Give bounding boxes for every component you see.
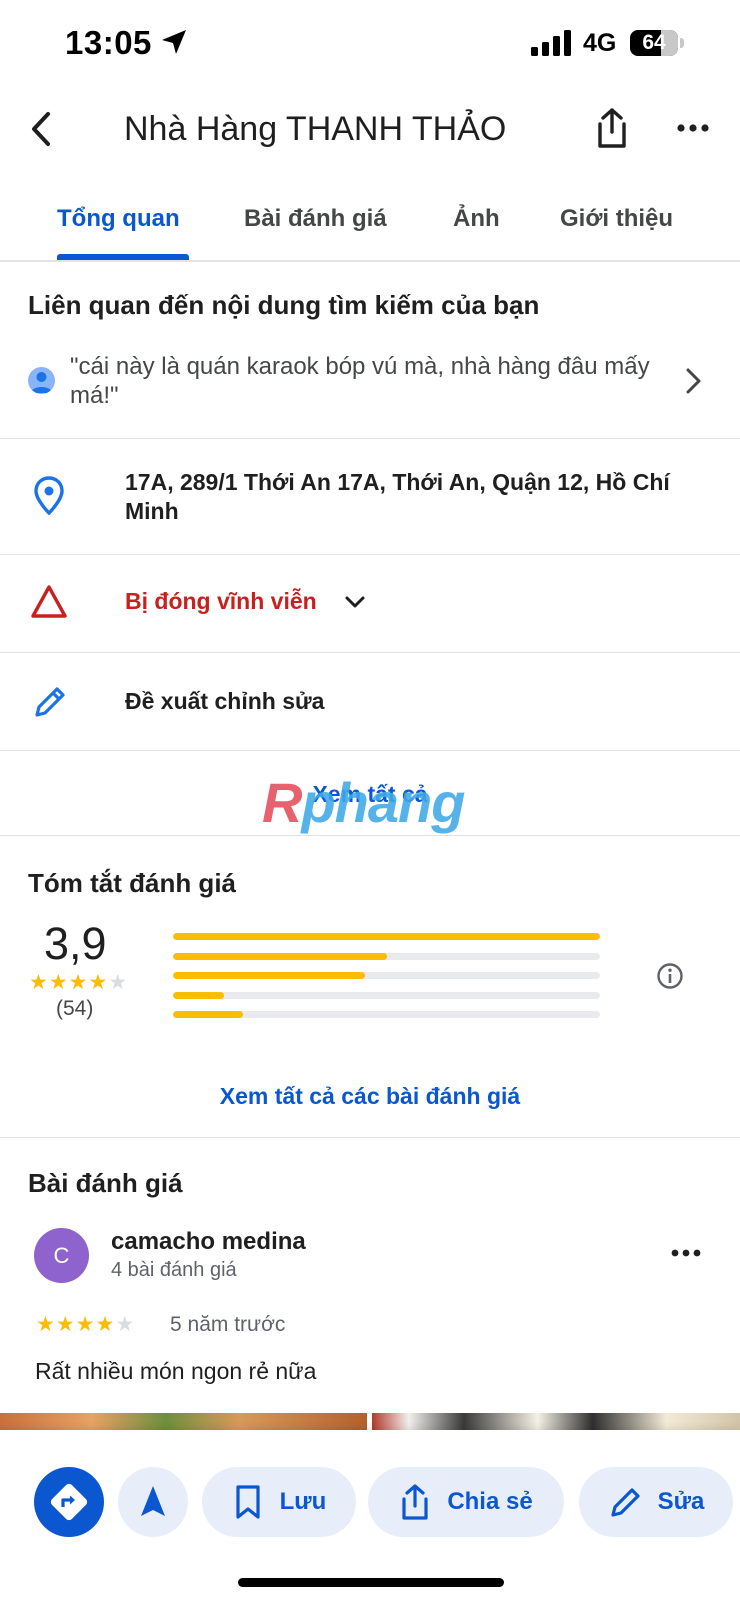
directions-button[interactable] xyxy=(34,1467,104,1537)
tab-reviews[interactable]: Bài đánh giá xyxy=(244,205,387,233)
related-snippet[interactable]: "cái này là quán karaok bóp vú mà, nhà h… xyxy=(70,352,670,410)
warning-icon xyxy=(31,585,67,618)
save-button[interactable]: Lưu xyxy=(202,1467,356,1537)
location-pin-icon xyxy=(34,476,64,515)
more-icon[interactable] xyxy=(676,118,710,138)
reviews-section-title: Bài đánh giá xyxy=(28,1168,183,1198)
start-navigation-button[interactable] xyxy=(118,1467,188,1537)
location-arrow-icon xyxy=(162,30,186,54)
home-indicator xyxy=(238,1578,504,1587)
star-filled-icon: ★ xyxy=(75,1313,95,1336)
review-stars: ★ ★ ★ ★ ★ xyxy=(36,1314,134,1335)
app-header: Nhà Hàng THANH THẢO xyxy=(0,88,740,170)
rating-bar-4-stars xyxy=(173,952,600,960)
divider xyxy=(0,652,740,653)
divider xyxy=(0,554,740,555)
chevron-down-icon[interactable] xyxy=(344,594,366,610)
divider xyxy=(0,835,740,836)
review-time: 5 năm trước xyxy=(170,1313,286,1336)
divider xyxy=(0,1137,740,1138)
navigation-arrow-icon xyxy=(141,1486,165,1516)
page-title: Nhà Hàng THANH THẢO xyxy=(124,110,507,148)
address-text[interactable]: 17A, 289/1 Thới An 17A, Thới An, Quận 12… xyxy=(125,468,685,526)
rating-bar-3-stars xyxy=(173,972,600,979)
reviewer-review-count: 4 bài đánh giá xyxy=(111,1259,237,1281)
share-label: Chia sẻ xyxy=(447,1488,533,1515)
battery-level: 64 xyxy=(642,31,666,54)
status-time: 13:05 xyxy=(65,24,152,61)
info-icon[interactable] xyxy=(656,962,684,990)
star-filled-icon: ★ xyxy=(95,1313,115,1336)
see-all-reviews-link[interactable]: Xem tất cả các bài đánh giá xyxy=(0,1083,740,1110)
bookmark-icon xyxy=(236,1485,260,1519)
edit-label: Sửa xyxy=(657,1488,705,1515)
rating-summary-title: Tóm tắt đánh giá xyxy=(28,868,236,898)
directions-icon xyxy=(50,1483,88,1521)
star-filled-icon: ★ xyxy=(29,971,48,994)
star-empty-icon: ★ xyxy=(115,1313,135,1336)
action-bar: Lưu Chia sẻ Sửa xyxy=(0,1430,740,1600)
rating-average: 3,9 xyxy=(44,918,107,969)
divider xyxy=(0,438,740,439)
rating-bar-5-stars xyxy=(173,933,600,940)
edit-button[interactable]: Sửa xyxy=(579,1467,733,1537)
reviewer-name[interactable]: camacho medina xyxy=(111,1228,306,1256)
rating-count: (54) xyxy=(56,997,94,1020)
watermark-logo: Rphang xyxy=(262,771,465,834)
share-icon xyxy=(402,1484,428,1520)
reviewer-avatar[interactable]: C xyxy=(34,1228,89,1283)
chevron-right-icon[interactable] xyxy=(682,366,704,396)
more-icon[interactable] xyxy=(670,1246,702,1260)
tab-photos[interactable]: Ảnh xyxy=(453,205,500,233)
review-text: Rất nhiều món ngon rẻ nữa xyxy=(35,1358,317,1384)
share-button[interactable]: Chia sẻ xyxy=(368,1467,564,1537)
network-type: 4G xyxy=(583,29,617,57)
star-filled-icon: ★ xyxy=(88,971,108,994)
star-filled-icon: ★ xyxy=(48,971,68,994)
tab-bar: Tổng quan Bài đánh giá Ảnh Giới thiệu xyxy=(0,190,740,262)
tab-about[interactable]: Giới thiệu xyxy=(560,205,673,233)
active-tab-indicator xyxy=(57,254,189,260)
pencil-icon xyxy=(35,687,65,717)
save-label: Lưu xyxy=(279,1488,327,1515)
star-filled-icon: ★ xyxy=(55,1313,75,1336)
user-avatar-icon xyxy=(28,367,55,394)
rating-bar-2-stars xyxy=(173,991,600,999)
rating-stars: ★ ★ ★ ★ ★ xyxy=(29,972,127,993)
star-empty-icon: ★ xyxy=(108,971,128,994)
signal-icon xyxy=(531,30,571,56)
tab-overview[interactable]: Tổng quan xyxy=(57,205,180,233)
divider xyxy=(0,750,740,751)
star-filled-icon: ★ xyxy=(68,971,88,994)
share-icon[interactable] xyxy=(592,106,632,150)
rating-bar-1-stars xyxy=(173,1011,600,1018)
suggest-edit-link[interactable]: Đề xuất chỉnh sửa xyxy=(125,687,324,716)
status-bar: 13:05 4G 64 xyxy=(0,0,740,88)
star-filled-icon: ★ xyxy=(36,1313,55,1336)
closed-status[interactable]: Bị đóng vĩnh viễn xyxy=(125,587,317,616)
back-icon[interactable] xyxy=(24,108,64,150)
related-section-title: Liên quan đến nội dung tìm kiếm của bạn xyxy=(28,290,540,320)
battery-icon: 64 xyxy=(630,30,678,56)
pencil-icon xyxy=(611,1488,640,1517)
